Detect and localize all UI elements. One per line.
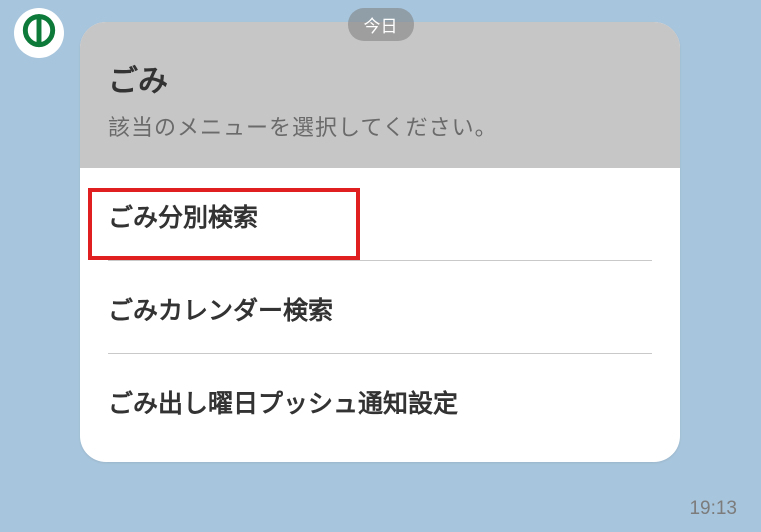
card-header: ごみ 該当のメニューを選択してください。 xyxy=(80,22,680,168)
avatar[interactable] xyxy=(14,8,64,58)
card-title: ごみ xyxy=(108,56,652,100)
menu-item-garbage-calendar-search[interactable]: ごみカレンダー検索 xyxy=(108,261,652,354)
menu-item-garbage-push-notification[interactable]: ごみ出し曜日プッシュ通知設定 xyxy=(108,354,652,446)
timestamp: 19:13 xyxy=(689,498,737,520)
logo-icon xyxy=(20,12,58,55)
card-subtitle: 該当のメニューを選択してください。 xyxy=(108,110,652,142)
date-pill: 今日 xyxy=(348,8,414,41)
message-card: ごみ 該当のメニューを選択してください。 ごみ分別検索 ごみカレンダー検索 ごみ… xyxy=(80,22,680,462)
menu-item-garbage-sort-search[interactable]: ごみ分別検索 xyxy=(108,168,652,261)
menu-list: ごみ分別検索 ごみカレンダー検索 ごみ出し曜日プッシュ通知設定 xyxy=(80,168,680,462)
